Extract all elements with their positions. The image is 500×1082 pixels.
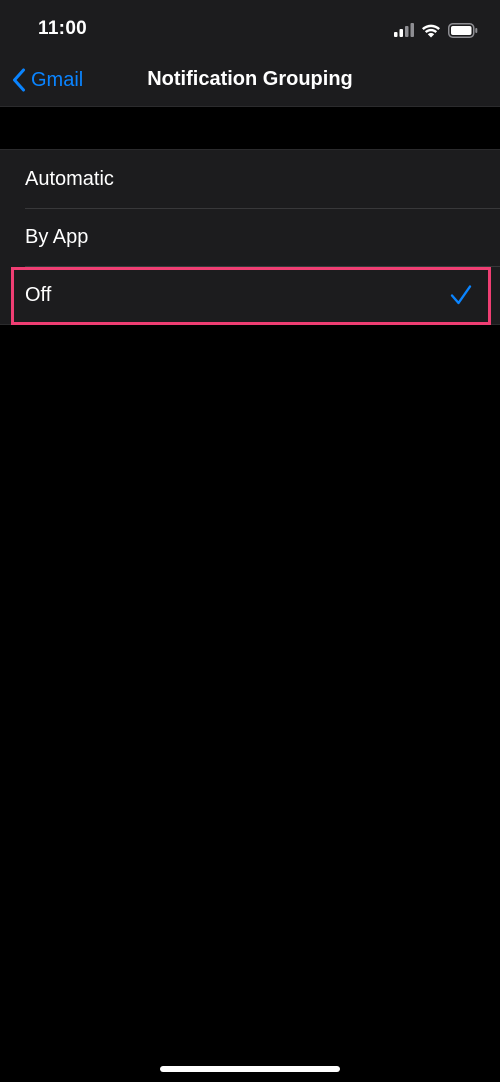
wifi-icon — [422, 24, 440, 37]
page-title: Notification Grouping — [147, 68, 353, 90]
section-spacer — [0, 107, 500, 149]
battery-icon — [448, 22, 478, 38]
status-time: 11:00 — [38, 18, 88, 39]
option-by-app[interactable]: By App — [0, 208, 500, 266]
option-off[interactable]: Off — [0, 266, 500, 324]
status-icons — [394, 20, 478, 40]
home-indicator[interactable] — [160, 1066, 340, 1072]
status-bar: 11:00 — [0, 0, 500, 56]
option-label: Automatic — [25, 168, 114, 190]
option-label: By App — [25, 226, 89, 248]
checkmark-icon — [450, 285, 472, 305]
navigation-bar: Gmail Notification Grouping — [0, 56, 500, 107]
grouping-options-list: Automatic By App Off — [0, 149, 500, 325]
option-automatic[interactable]: Automatic — [0, 150, 500, 208]
cellular-signal-icon — [394, 23, 414, 37]
option-label: Off — [25, 284, 52, 306]
